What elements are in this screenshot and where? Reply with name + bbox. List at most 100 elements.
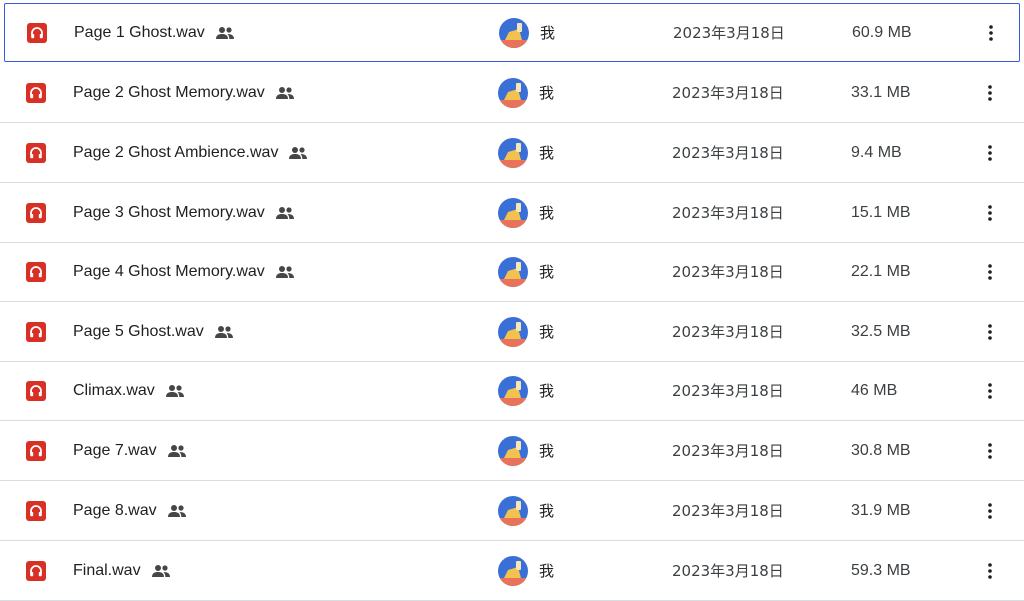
owner-cell: 我 xyxy=(499,4,555,61)
more-vertical-icon[interactable] xyxy=(978,379,1002,403)
more-actions-cell xyxy=(979,4,1003,61)
file-name-cell[interactable]: Page 5 Ghost.wav xyxy=(73,302,234,361)
file-name[interactable]: Page 7.wav xyxy=(73,442,157,460)
file-row[interactable]: Page 4 Ghost Memory.wav 我 2023年3月18日 22.… xyxy=(0,242,1024,302)
owner-name: 我 xyxy=(539,204,555,222)
file-name[interactable]: Page 5 Ghost.wav xyxy=(73,323,204,341)
file-row[interactable]: Page 1 Ghost.wav 我 2023年3月18日 60.9 MB xyxy=(4,3,1020,62)
file-name-cell[interactable]: Page 1 Ghost.wav xyxy=(74,4,235,61)
file-name-cell[interactable]: Page 7.wav xyxy=(73,421,187,480)
last-modified: 2023年3月18日 xyxy=(672,382,784,400)
file-type-cell xyxy=(26,302,48,361)
more-actions-cell xyxy=(978,183,1002,242)
owner-cell: 我 xyxy=(498,183,554,242)
people-icon xyxy=(275,265,295,279)
file-name[interactable]: Final.wav xyxy=(73,562,141,580)
file-name[interactable]: Page 4 Ghost Memory.wav xyxy=(73,263,265,281)
file-row[interactable]: Final.wav 我 2023年3月18日 59.3 MB xyxy=(0,541,1024,601)
more-actions-cell xyxy=(978,481,1002,540)
headphones-icon xyxy=(26,321,46,342)
file-name[interactable]: Page 2 Ghost Ambience.wav xyxy=(73,144,278,162)
file-type-cell xyxy=(26,183,48,242)
people-icon xyxy=(214,325,234,339)
owner-cell: 我 xyxy=(498,541,554,600)
last-modified: 2023年3月18日 xyxy=(672,84,784,102)
file-row[interactable]: Page 5 Ghost.wav 我 2023年3月18日 32.5 MB xyxy=(0,302,1024,362)
more-vertical-icon[interactable] xyxy=(978,439,1002,463)
file-name[interactable]: Page 8.wav xyxy=(73,502,157,520)
owner-cell: 我 xyxy=(498,361,554,420)
owner-name: 我 xyxy=(539,442,555,460)
file-size: 46 MB xyxy=(851,381,898,399)
file-size: 33.1 MB xyxy=(851,83,911,101)
file-name-cell[interactable]: Climax.wav xyxy=(73,361,185,420)
last-modified: 2023年3月18日 xyxy=(672,144,784,162)
avatar xyxy=(498,375,528,406)
headphones-icon xyxy=(26,500,46,521)
file-row[interactable]: Page 2 Ghost Ambience.wav 我 2023年3月18日 9… xyxy=(0,123,1024,183)
avatar xyxy=(498,197,528,228)
file-row[interactable]: Page 3 Ghost Memory.wav 我 2023年3月18日 15.… xyxy=(0,183,1024,243)
file-type-cell xyxy=(26,421,48,480)
file-name[interactable]: Page 1 Ghost.wav xyxy=(74,24,205,42)
owner-name: 我 xyxy=(539,323,555,341)
file-name-cell[interactable]: Page 4 Ghost Memory.wav xyxy=(73,242,295,301)
people-icon xyxy=(151,564,171,578)
file-name-cell[interactable]: Final.wav xyxy=(73,541,171,600)
people-icon xyxy=(288,146,308,160)
more-vertical-icon[interactable] xyxy=(978,260,1002,284)
owner-cell: 我 xyxy=(498,481,554,540)
last-modified: 2023年3月18日 xyxy=(672,323,784,341)
headphones-icon xyxy=(26,82,46,103)
more-vertical-icon[interactable] xyxy=(978,499,1002,523)
file-name-cell[interactable]: Page 2 Ghost Ambience.wav xyxy=(73,123,308,182)
headphones-icon xyxy=(26,261,46,282)
more-vertical-icon[interactable] xyxy=(979,21,1003,45)
last-modified: 2023年3月18日 xyxy=(672,442,784,460)
owner-cell: 我 xyxy=(498,242,554,301)
file-size: 31.9 MB xyxy=(851,501,911,519)
more-actions-cell xyxy=(978,302,1002,361)
more-vertical-icon[interactable] xyxy=(978,559,1002,583)
headphones-icon xyxy=(27,22,47,43)
owner-name: 我 xyxy=(540,24,556,42)
avatar xyxy=(499,17,529,48)
avatar xyxy=(498,495,528,526)
file-type-cell xyxy=(26,123,48,182)
file-row[interactable]: Page 8.wav 我 2023年3月18日 31.9 MB xyxy=(0,481,1024,541)
people-icon xyxy=(275,86,295,100)
owner-name: 我 xyxy=(539,562,555,580)
avatar xyxy=(498,435,528,466)
more-actions-cell xyxy=(978,123,1002,182)
file-name-cell[interactable]: Page 2 Ghost Memory.wav xyxy=(73,63,295,122)
last-modified: 2023年3月18日 xyxy=(673,24,785,42)
file-name[interactable]: Page 3 Ghost Memory.wav xyxy=(73,204,265,222)
more-vertical-icon[interactable] xyxy=(978,201,1002,225)
file-name[interactable]: Climax.wav xyxy=(73,382,155,400)
file-row[interactable]: Page 7.wav 我 2023年3月18日 30.8 MB xyxy=(0,421,1024,481)
owner-cell: 我 xyxy=(498,302,554,361)
file-name[interactable]: Page 2 Ghost Memory.wav xyxy=(73,84,265,102)
avatar xyxy=(498,555,528,586)
owner-name: 我 xyxy=(539,382,555,400)
avatar xyxy=(498,256,528,287)
owner-name: 我 xyxy=(539,84,555,102)
more-vertical-icon[interactable] xyxy=(978,81,1002,105)
owner-cell: 我 xyxy=(498,63,554,122)
file-row[interactable]: Climax.wav 我 2023年3月18日 46 MB xyxy=(0,361,1024,421)
more-actions-cell xyxy=(978,361,1002,420)
file-name-cell[interactable]: Page 8.wav xyxy=(73,481,187,540)
file-row[interactable]: Page 2 Ghost Memory.wav 我 2023年3月18日 33.… xyxy=(0,63,1024,123)
file-type-cell xyxy=(26,63,48,122)
more-vertical-icon[interactable] xyxy=(978,320,1002,344)
file-name-cell[interactable]: Page 3 Ghost Memory.wav xyxy=(73,183,295,242)
avatar xyxy=(498,77,528,108)
more-actions-cell xyxy=(978,541,1002,600)
file-size: 15.1 MB xyxy=(851,203,911,221)
more-vertical-icon[interactable] xyxy=(978,141,1002,165)
people-icon xyxy=(275,206,295,220)
headphones-icon xyxy=(26,142,46,163)
last-modified: 2023年3月18日 xyxy=(672,502,784,520)
file-size: 22.1 MB xyxy=(851,262,911,280)
avatar xyxy=(498,316,528,347)
